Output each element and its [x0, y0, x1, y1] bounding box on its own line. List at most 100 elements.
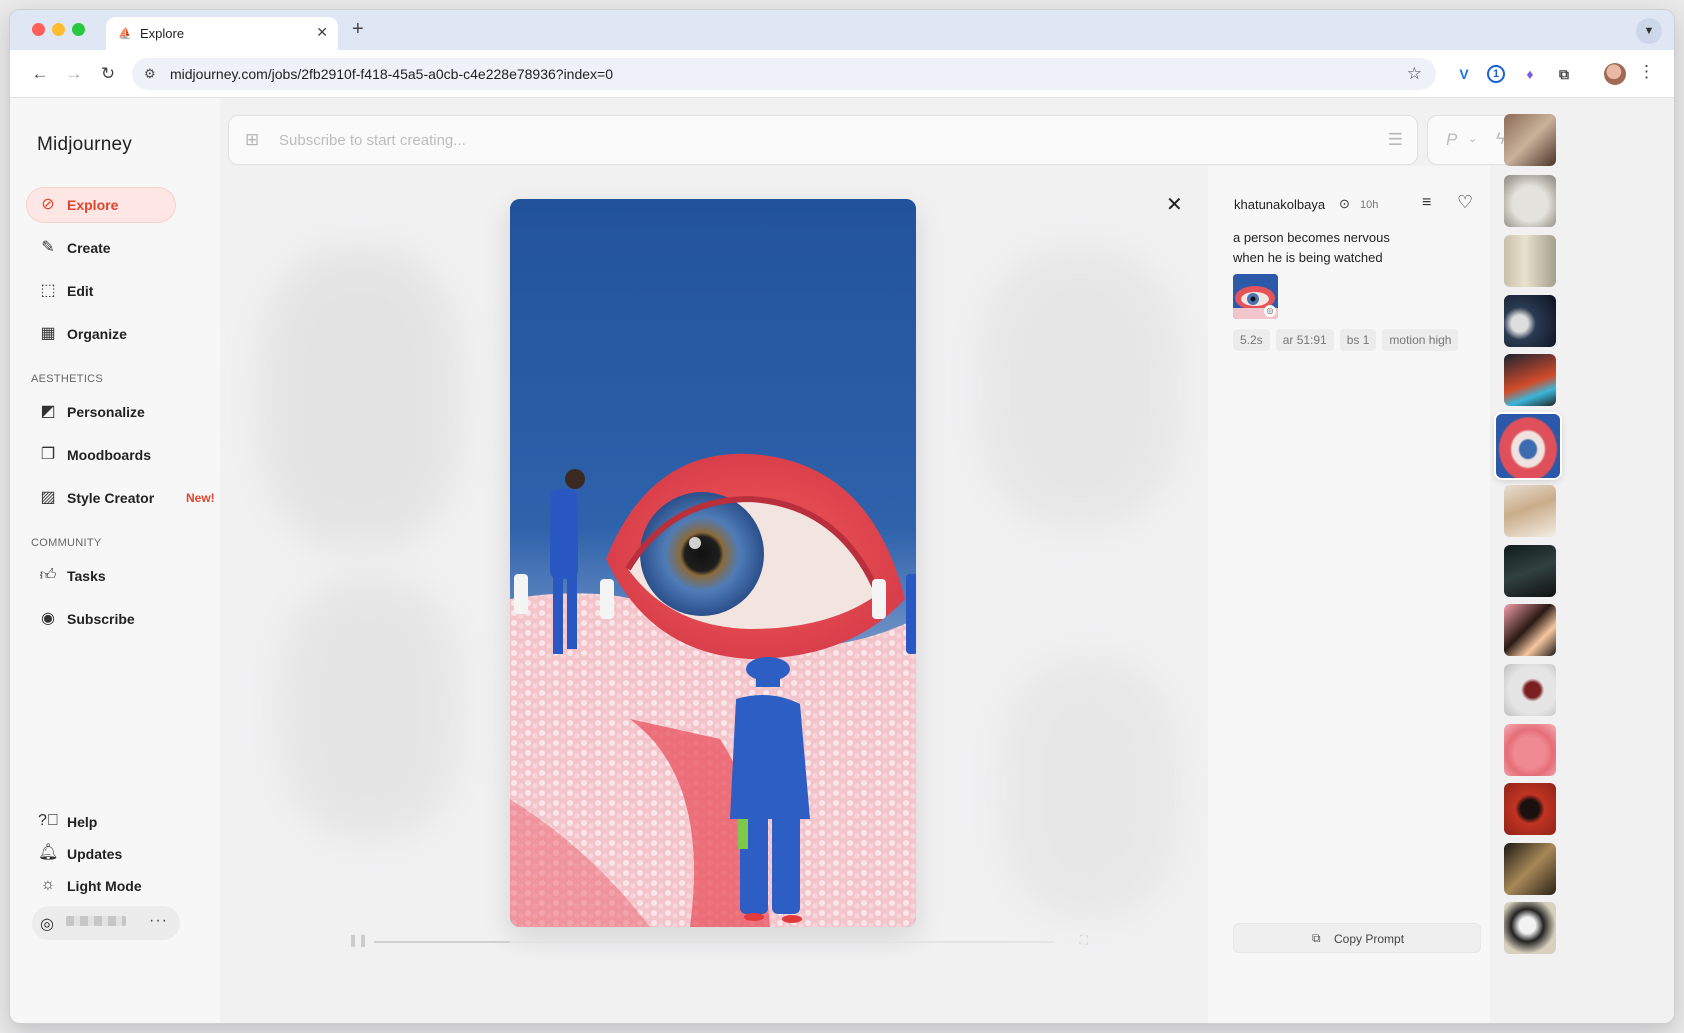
param-tag[interactable]: 5.2s — [1233, 329, 1270, 351]
sidebar-item-personalize[interactable]: ◩ Personalize — [26, 394, 176, 430]
minimize-window-button[interactable] — [52, 23, 65, 36]
sun-icon: ☼ — [40, 876, 56, 893]
browser-menu-icon[interactable]: ⋮ — [1638, 62, 1655, 82]
sidebar-item-create[interactable]: ✎ Create — [26, 230, 176, 266]
sidebar-item-light-mode[interactable]: ☼ Light Mode — [26, 871, 176, 899]
rail-thumbnail[interactable] — [1504, 175, 1556, 227]
rail-thumbnail[interactable] — [1504, 902, 1556, 954]
rail-thumbnail[interactable] — [1504, 114, 1556, 166]
prompt-bar[interactable]: ⊞ ☰ — [228, 115, 1418, 165]
browser-toolbar: ← → ↻ ⚙ midjourney.com/jobs/2fb2910f-f41… — [10, 50, 1674, 98]
aesthetics-section-label: AESTHETICS — [31, 373, 104, 385]
new-tab-button[interactable]: + — [352, 19, 364, 39]
help-icon: ?⃝ — [38, 812, 59, 829]
parameter-list: 5.2s ar 51:91 bs 1 motion high — [1233, 329, 1459, 351]
thumbs-up-icon: 👍︎ — [39, 567, 57, 584]
reference-image-thumbnail[interactable]: ◎ — [1233, 274, 1278, 319]
video-controls: ❚❚ ⛶ — [348, 933, 1088, 947]
extensions-puzzle-icon[interactable]: ⧉ — [1553, 63, 1575, 85]
sidebar-item-label: Style Creator — [67, 490, 155, 506]
rail-thumbnail-selected[interactable] — [1496, 414, 1560, 478]
chevron-down-icon: ⌄ — [1468, 133, 1478, 145]
brand-logo[interactable]: Midjourney — [37, 134, 132, 156]
compass-icon: ⊘ — [41, 196, 55, 213]
prompt-input[interactable] — [279, 132, 1329, 149]
reference-badge-icon: ◎ — [1264, 305, 1276, 317]
back-arrow-icon[interactable]: ← — [28, 62, 52, 86]
artwork-image — [510, 199, 916, 927]
rail-thumbnail[interactable] — [1504, 545, 1556, 597]
forward-arrow-icon[interactable]: → — [62, 62, 86, 86]
rail-thumbnail[interactable] — [1504, 485, 1556, 537]
sidebar-item-help[interactable]: ?⃝ Help — [26, 807, 176, 835]
pause-icon[interactable]: ❚❚ — [348, 933, 368, 947]
browser-window: ⛵ Explore ✕ + ▼ ← → ↻ ⚙ midjourney.com/j… — [10, 10, 1674, 1023]
sidebar-item-updates[interactable]: 🔔︎ Updates — [26, 839, 176, 867]
copy-prompt-button[interactable]: ⧉ Copy Prompt — [1233, 923, 1481, 953]
rail-thumbnail[interactable] — [1504, 664, 1556, 716]
profile-avatar[interactable] — [1604, 63, 1626, 85]
fullscreen-icon[interactable]: ⛶ — [1080, 933, 1088, 948]
sidebar-item-label: Organize — [67, 326, 127, 342]
community-section-label: COMMUNITY — [31, 537, 102, 549]
sidebar-item-explore[interactable]: ⊘ Explore — [26, 187, 176, 223]
sidebar-item-label: Create — [67, 240, 111, 256]
sidebar-item-organize[interactable]: ▦ Organize — [26, 316, 176, 352]
sidebar-item-label: Edit — [67, 283, 94, 299]
close-icon[interactable]: ✕ — [1166, 192, 1183, 217]
midjourney-app: Midjourney ⊘ Explore ✎ Create ⬚ Edit ▦ O… — [10, 98, 1674, 1023]
main-content: ⊞ ☰ P ⌄ ϟ ✕ — [220, 98, 1674, 1023]
bookmark-star-icon[interactable]: ☆ — [1407, 64, 1422, 84]
sidebar-item-moodboards[interactable]: ❐ Moodboards — [26, 437, 176, 473]
site-info-icon[interactable]: ⚙ — [144, 66, 156, 82]
author-badge-icon: ⊙ — [1339, 196, 1350, 211]
rail-thumbnail[interactable] — [1504, 843, 1556, 895]
rail-thumbnail[interactable] — [1504, 783, 1556, 835]
personalize-icon: ◩ — [40, 403, 56, 420]
close-tab-icon[interactable]: ✕ — [316, 24, 328, 41]
sidebar-item-style-creator[interactable]: ▨ Style Creator New! — [26, 480, 216, 516]
rail-thumbnail[interactable] — [1504, 604, 1556, 656]
image-add-icon[interactable]: ⊞ — [245, 130, 259, 150]
sidebar-item-tasks[interactable]: 👍︎ Tasks — [26, 558, 176, 594]
rail-thumbnail[interactable] — [1504, 724, 1556, 776]
sidebar-item-subscribe[interactable]: ◉ Subscribe — [26, 601, 176, 637]
more-options-icon[interactable]: ··· — [149, 912, 168, 930]
close-window-button[interactable] — [32, 23, 45, 36]
user-circle-icon: ◉ — [41, 610, 55, 627]
account-menu[interactable]: ◎ ··· — [32, 906, 180, 940]
sidebar-item-edit[interactable]: ⬚ Edit — [26, 273, 176, 309]
chevron-down-icon[interactable]: ▼ — [1636, 18, 1662, 44]
sidebar-item-label: Moodboards — [67, 447, 151, 463]
sidebar: Midjourney ⊘ Explore ✎ Create ⬚ Edit ▦ O… — [10, 98, 220, 1023]
param-tag[interactable]: motion high — [1382, 329, 1459, 351]
redacted-username — [66, 916, 126, 926]
param-tag[interactable]: bs 1 — [1339, 329, 1377, 351]
browser-tab-explore[interactable]: ⛵ Explore ✕ — [106, 17, 338, 50]
rail-thumbnail[interactable] — [1504, 295, 1556, 347]
options-menu-icon[interactable]: ≡ — [1422, 194, 1431, 212]
edit-canvas-icon: ⬚ — [40, 282, 56, 299]
artwork-video[interactable] — [510, 199, 916, 927]
address-bar[interactable]: ⚙ midjourney.com/jobs/2fb2910f-f418-45a5… — [132, 58, 1436, 90]
rail-thumbnail[interactable] — [1504, 354, 1556, 406]
sail-icon: ⛵ — [118, 28, 132, 40]
settings-sliders-icon[interactable]: ☰ — [1388, 130, 1403, 150]
vee-extension-icon[interactable]: V — [1453, 63, 1475, 85]
reload-icon[interactable]: ↻ — [96, 62, 120, 86]
sidebar-item-label: Subscribe — [67, 611, 135, 627]
tab-strip: ⛵ Explore ✕ + ▼ — [10, 10, 1674, 50]
password-manager-icon[interactable]: 1 — [1487, 65, 1505, 83]
maximize-window-button[interactable] — [72, 23, 85, 36]
post-time: 10h — [1360, 199, 1379, 211]
drop-extension-icon[interactable]: ♦ — [1519, 63, 1541, 85]
heart-icon[interactable]: ♡ — [1457, 192, 1473, 213]
author-name[interactable]: khatunakolbaya — [1234, 197, 1325, 212]
bell-icon: 🔔︎ — [38, 844, 59, 861]
video-progress-fill — [374, 941, 510, 943]
style-creator-icon: ▨ — [40, 489, 56, 506]
rail-thumbnail[interactable] — [1504, 235, 1556, 287]
sidebar-item-label: Personalize — [67, 404, 145, 420]
url-text[interactable]: midjourney.com/jobs/2fb2910f-f418-45a5-a… — [170, 66, 613, 82]
param-tag[interactable]: ar 51:91 — [1275, 329, 1334, 351]
